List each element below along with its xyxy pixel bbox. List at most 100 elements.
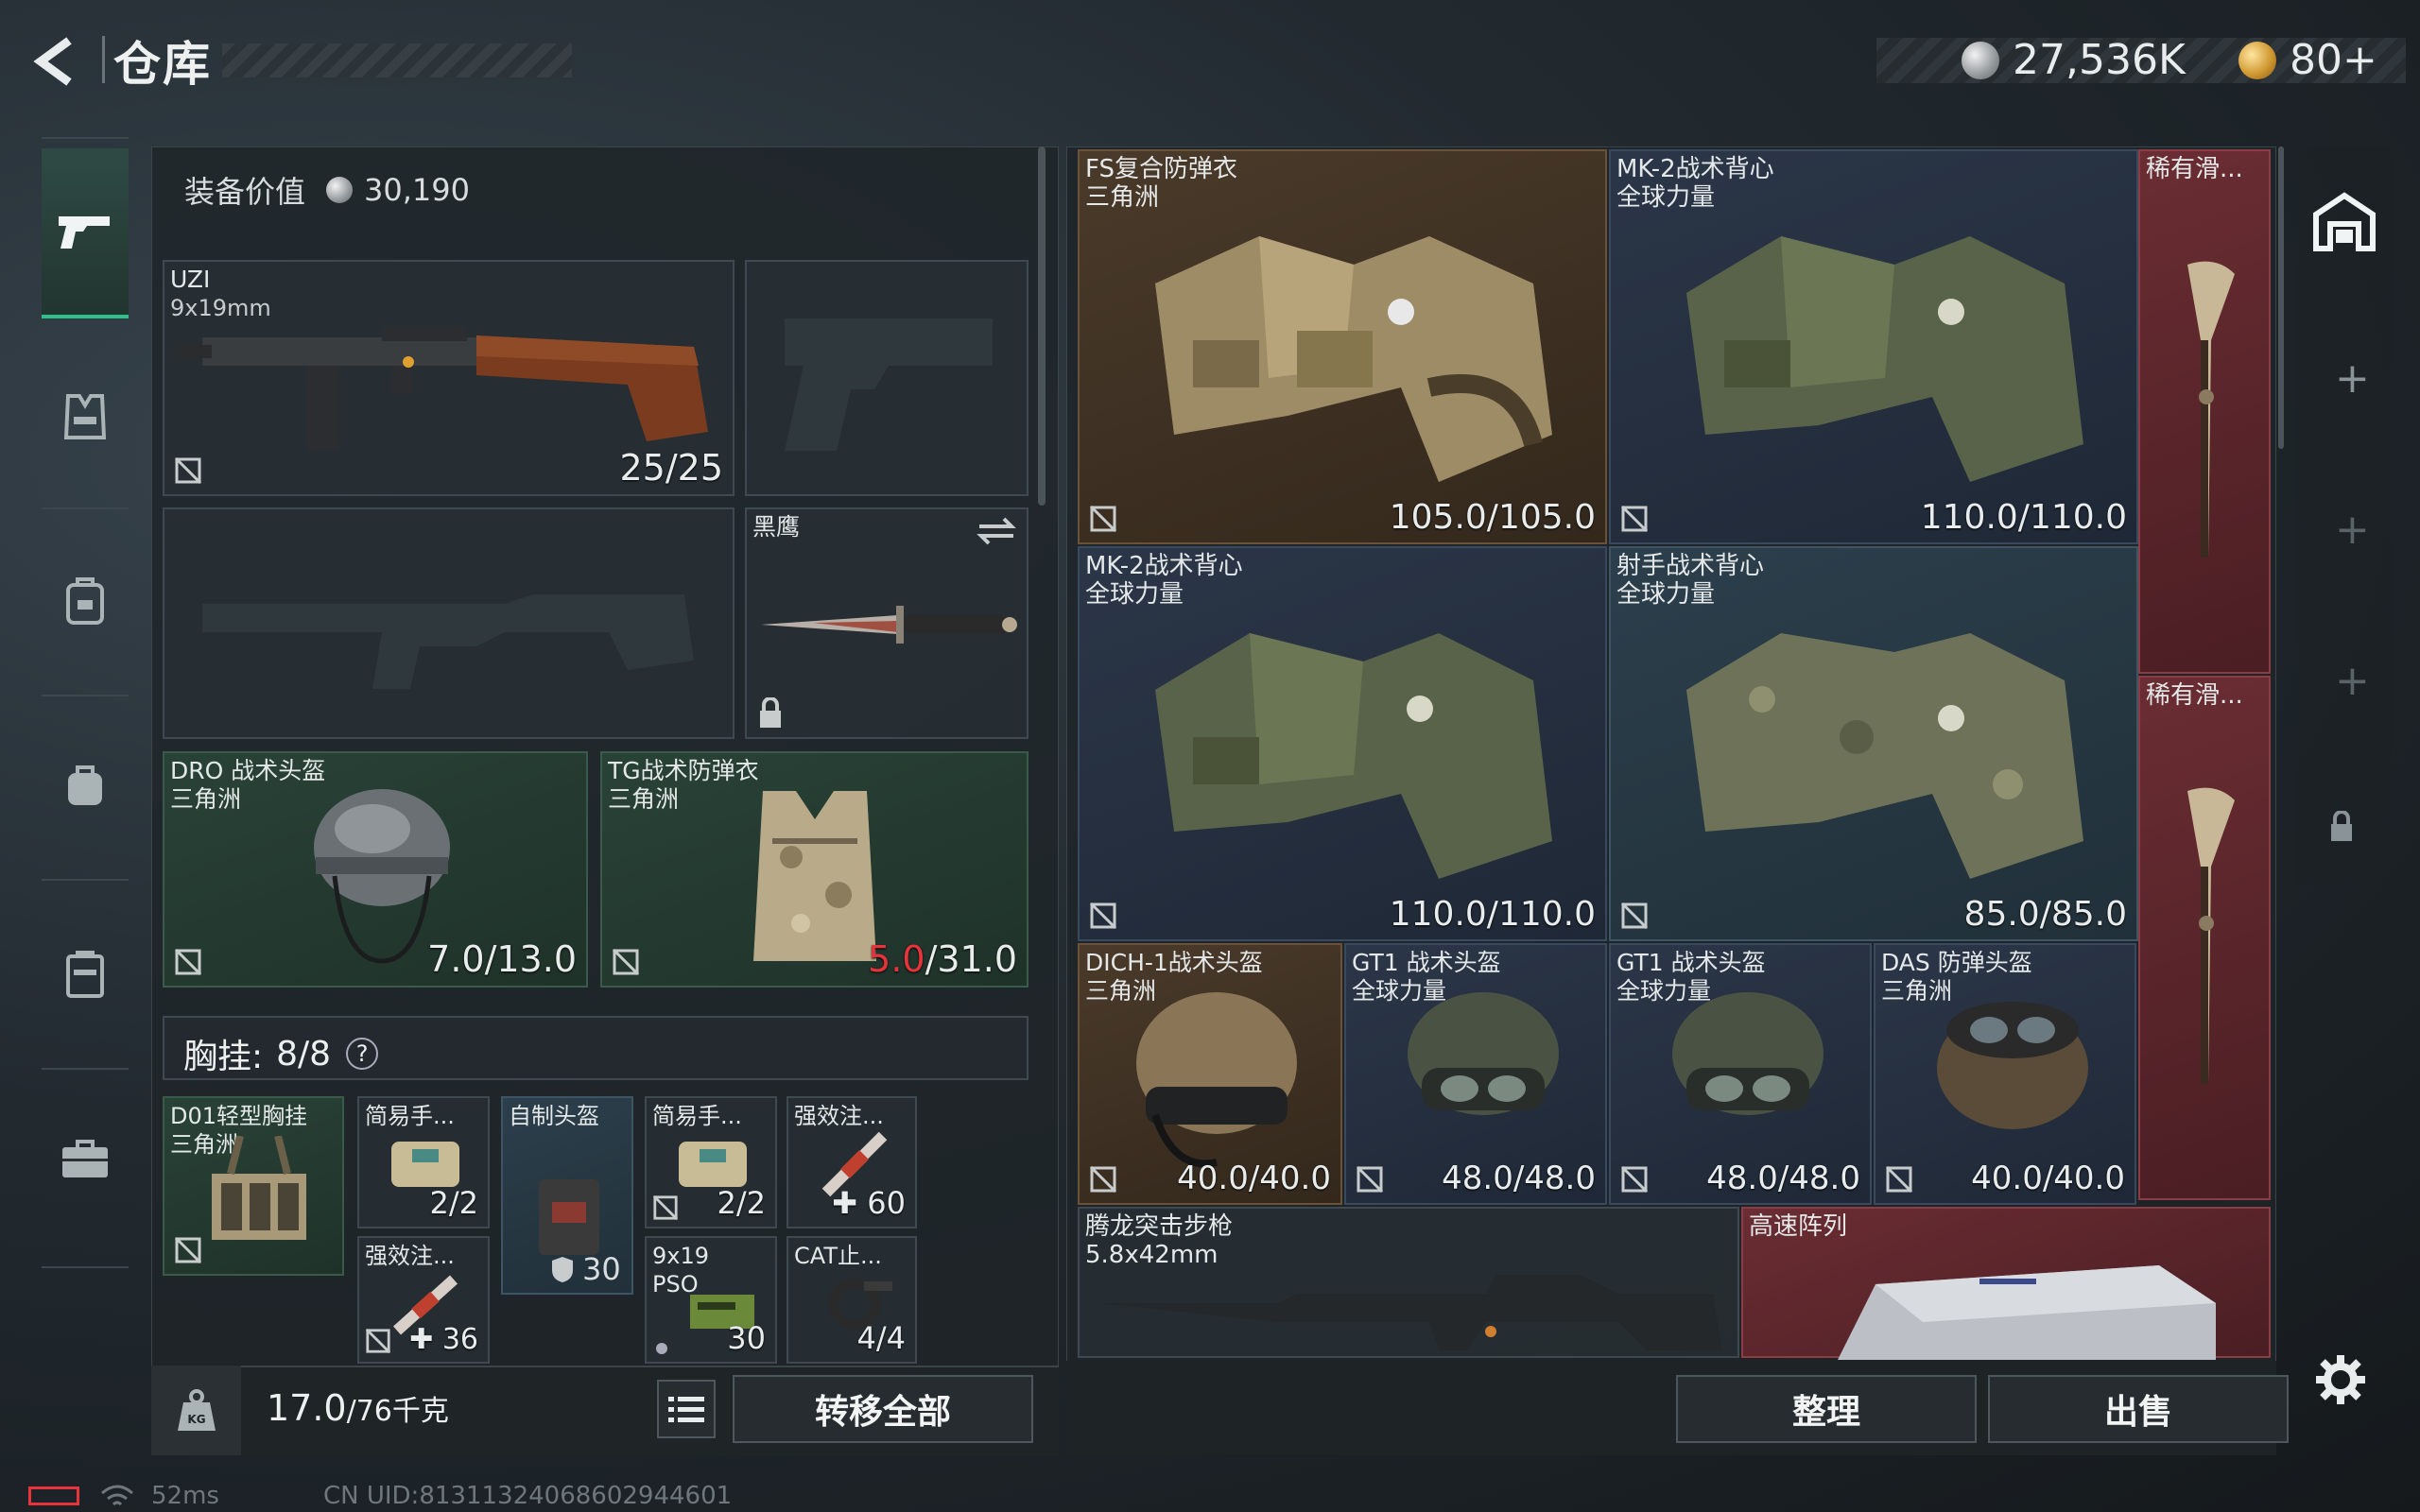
storage-item[interactable]: DAS 防弹头盔 三角洲 40.0/40.0 [1874, 943, 2136, 1205]
storage-scrollbar[interactable] [2278, 146, 2284, 449]
no-insurance-icon [1356, 1165, 1384, 1194]
helmet-image [1136, 992, 1297, 1168]
silver-coin-icon [326, 177, 354, 203]
storage-item[interactable]: 稀有滑... [2138, 149, 2271, 674]
vest-image [1155, 633, 1552, 879]
storage-item[interactable]: DICH-1战术头盔 三角洲 40.0/40.0 [1078, 943, 1342, 1205]
weight-text: 17.0/76千克 [267, 1387, 449, 1429]
secondary-weapon-slot[interactable] [163, 507, 735, 739]
nav-weapons[interactable] [42, 148, 129, 318]
no-insurance-icon [1089, 902, 1117, 930]
sort-button[interactable]: 整理 [1676, 1375, 1977, 1443]
pistol-placeholder-icon [785, 318, 993, 451]
storage-item[interactable]: 高速阵列 [1741, 1207, 2271, 1360]
bag-icon [68, 765, 102, 805]
primary-weapon-slot[interactable]: UZI 9x19mm 25/25 [163, 260, 735, 496]
no-insurance-icon [1620, 1165, 1649, 1194]
armor-durability: 5.0/31.0 [868, 938, 1017, 980]
chest-rig-image [212, 1136, 306, 1240]
ammo-dot-icon [656, 1343, 667, 1354]
armor-image [753, 791, 876, 961]
shield-icon [552, 1257, 573, 1282]
weight-badge: KG [151, 1366, 241, 1455]
rig-item[interactable]: CAT止... 4/4 [786, 1236, 917, 1364]
transfer-all-button[interactable]: 转移全部 [733, 1375, 1033, 1443]
nav-briefcase[interactable] [42, 1115, 129, 1202]
rig-item[interactable]: D01轻型胸挂 三角洲 [163, 1096, 344, 1276]
uid-text: CN UID:8131132406860294460​1 [322, 1482, 733, 1510]
nav-case[interactable] [42, 931, 129, 1018]
add-tab-icon[interactable]: + [2335, 506, 2370, 554]
storage-item[interactable]: MK-2战术背心 全球力量 110.0/110.0 [1078, 546, 1607, 941]
nav-backpack[interactable] [42, 558, 129, 644]
page-title: 仓库 [113, 37, 212, 92]
back-button[interactable] [25, 28, 91, 94]
chest-rig-header: 胸挂: 8/8 ? [163, 1016, 1028, 1080]
storage-item[interactable]: GT1 战术头盔 全球力量 48.0/48.0 [1609, 943, 1872, 1205]
heal-value: ✚ 60 [832, 1185, 906, 1221]
grenade-pouch-image [391, 1142, 459, 1187]
rig-item[interactable]: 强效注... ✚ 60 [786, 1096, 917, 1228]
title-stripe [222, 43, 572, 77]
silver-amount: 27,536K [2013, 36, 2186, 84]
ammo-count: 25/25 [619, 447, 723, 489]
helmet-image [1937, 1002, 2088, 1129]
vest-icon [63, 394, 107, 439]
melee-slot[interactable]: 黑鹰 [745, 507, 1028, 739]
rifle-placeholder-icon [202, 594, 694, 689]
no-insurance-icon [612, 948, 640, 976]
equipment-value: 装备价值 30,190 [184, 168, 470, 212]
gear-icon[interactable] [2314, 1353, 2367, 1406]
rig-item[interactable]: 自制头盔 30 [501, 1096, 633, 1295]
gold-coin-icon [2238, 41, 2276, 79]
musket-image [2187, 787, 2235, 1084]
sidearm-slot[interactable] [745, 260, 1028, 496]
melee-name: 黑鹰 [752, 513, 801, 541]
musket-image [2187, 261, 2235, 558]
no-insurance-icon [1885, 1165, 1913, 1194]
list-view-button[interactable] [657, 1380, 716, 1438]
uzi-image [174, 326, 708, 451]
help-icon[interactable]: ? [346, 1038, 379, 1070]
rig-item[interactable]: 9x19 PSO 30 [645, 1236, 777, 1364]
assault-rifle-image [1098, 1275, 1722, 1350]
currency-silver[interactable]: 27,536K [1962, 36, 2186, 84]
nav-pack[interactable] [42, 742, 129, 829]
storage-item[interactable]: FS复合防弹衣 三角洲 105.0/105.0 [1078, 149, 1607, 544]
add-tab-icon[interactable]: + [2335, 354, 2370, 403]
helmet-durability: 7.0/13.0 [427, 938, 577, 980]
loadout-scrollbar[interactable] [1038, 146, 1046, 506]
armor-value: 30 [550, 1251, 621, 1287]
no-insurance-icon [1089, 1165, 1117, 1194]
helmet-label: DRO 战术头盔 三角洲 [170, 757, 326, 813]
heal-value: ✚ 36 [409, 1323, 478, 1356]
storage-item[interactable]: MK-2战术背心 全球力量 110.0/110.0 [1609, 149, 2138, 544]
armor-slot[interactable]: TG战术防弹衣 三角洲 5.0/31.0 [600, 751, 1028, 988]
sell-button[interactable]: 出售 [1988, 1375, 2289, 1443]
no-insurance-icon [174, 1236, 202, 1264]
no-insurance-icon [174, 948, 202, 976]
rig-item[interactable]: 强效注... ✚ 36 [357, 1236, 490, 1364]
chest-rig-label: 胸挂: [183, 1038, 264, 1076]
storage-item[interactable]: 腾龙突击步枪 5.8x42mm [1078, 1207, 1739, 1358]
no-insurance-icon [1089, 505, 1117, 533]
storage-item[interactable]: GT1 战术头盔 全球力量 48.0/48.0 [1344, 943, 1607, 1205]
svg-text:KG: KG [187, 1413, 205, 1426]
storage-item[interactable]: 稀有滑... [2138, 676, 2271, 1200]
wifi-icon [101, 1485, 133, 1506]
backpack-icon [66, 577, 104, 625]
no-insurance-icon [365, 1328, 391, 1354]
battery-icon [28, 1486, 79, 1505]
swap-icon[interactable] [976, 515, 1017, 547]
rig-item[interactable]: 简易手... 2/2 [645, 1096, 777, 1228]
warehouse-tab[interactable] [2307, 184, 2382, 260]
currency-gold[interactable]: 80+ [2238, 36, 2377, 84]
grenade-pouch-image [679, 1142, 747, 1187]
rig-item[interactable]: 简易手... 2/2 [357, 1096, 490, 1228]
list-icon [668, 1397, 704, 1422]
storage-item[interactable]: 射手战术背心 全球力量 85.0/85.0 [1609, 546, 2138, 941]
nav-armor[interactable] [42, 373, 129, 460]
status-bar: 52ms CN UID:8131132406860294460​1 [28, 1482, 732, 1510]
add-tab-icon[interactable]: + [2335, 657, 2370, 705]
helmet-slot[interactable]: DRO 战术头盔 三角洲 7.0/13.0 [163, 751, 588, 988]
